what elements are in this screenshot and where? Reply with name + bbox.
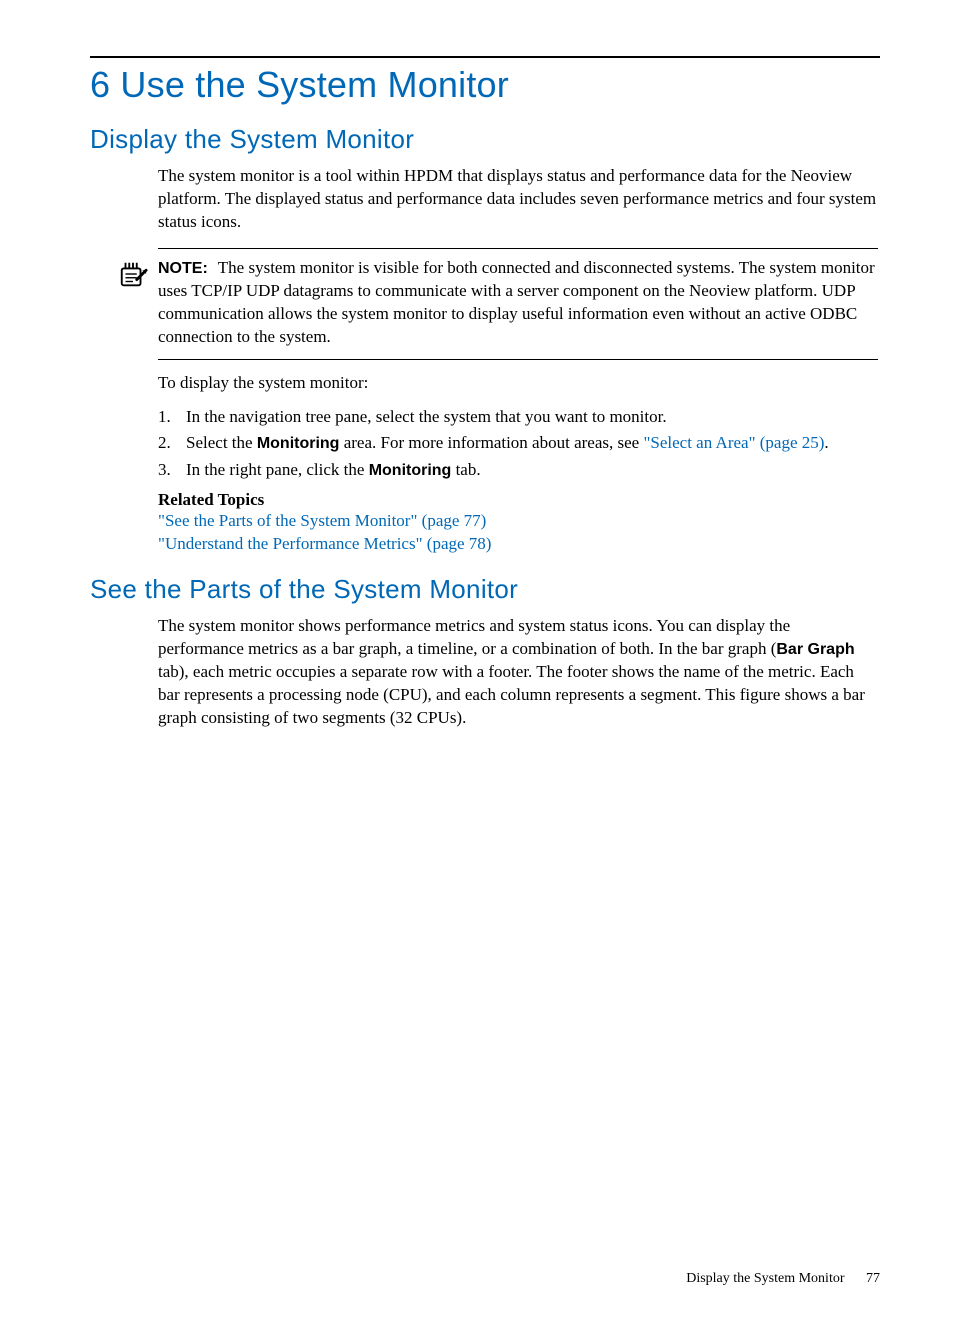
step-2: 2. Select the Monitoring area. For more …	[158, 431, 878, 456]
step-2-num: 2.	[158, 431, 186, 456]
step-3-c: tab.	[451, 460, 480, 479]
section1-title: Display the System Monitor	[90, 124, 880, 155]
footer-section: Display the System Monitor	[686, 1271, 844, 1286]
section2-para: The system monitor shows performance met…	[158, 615, 878, 730]
note-text: NOTE:The system monitor is visible for b…	[158, 257, 878, 349]
note-icon	[118, 259, 152, 294]
step-1: 1. In the navigation tree pane, select t…	[158, 405, 878, 430]
step-1-text: In the navigation tree pane, select the …	[186, 405, 667, 430]
step-2-bold: Monitoring	[257, 435, 340, 452]
section2-p1c: tab), each metric occupies a separate ro…	[158, 662, 865, 727]
step-2-a: Select the	[186, 433, 257, 452]
section2-title: See the Parts of the System Monitor	[90, 574, 880, 605]
step-1-num: 1.	[158, 405, 186, 430]
related-link-1[interactable]: "See the Parts of the System Monitor" (p…	[158, 511, 486, 530]
note-box: NOTE:The system monitor is visible for b…	[158, 248, 878, 360]
step-3-a: In the right pane, click the	[186, 460, 369, 479]
section1-intro: The system monitor is a tool within HPDM…	[158, 165, 878, 234]
note-body: The system monitor is visible for both c…	[158, 258, 875, 346]
note-label: NOTE:	[158, 260, 208, 277]
select-area-link[interactable]: "Select an Area" (page 25)	[643, 433, 824, 452]
step-3-num: 3.	[158, 458, 186, 483]
page-footer: Display the System Monitor 77	[686, 1271, 880, 1287]
step-2-text: Select the Monitoring area. For more inf…	[186, 431, 829, 456]
step-3-bold: Monitoring	[369, 462, 452, 479]
chapter-title: 6 Use the System Monitor	[90, 64, 880, 106]
step-2-d: .	[824, 433, 828, 452]
steps-lead: To display the system monitor:	[158, 372, 878, 395]
step-3: 3. In the right pane, click the Monitori…	[158, 458, 878, 483]
section2-p1a: The system monitor shows performance met…	[158, 616, 790, 658]
steps-list: 1. In the navigation tree pane, select t…	[158, 405, 878, 483]
related-topics-title: Related Topics	[158, 490, 878, 510]
section2-p1b: Bar Graph	[776, 641, 854, 658]
top-rule	[90, 56, 880, 58]
related-link-2[interactable]: "Understand the Performance Metrics" (pa…	[158, 534, 491, 553]
footer-page-number: 77	[866, 1271, 880, 1286]
step-2-c: area. For more information about areas, …	[339, 433, 643, 452]
step-3-text: In the right pane, click the Monitoring …	[186, 458, 481, 483]
